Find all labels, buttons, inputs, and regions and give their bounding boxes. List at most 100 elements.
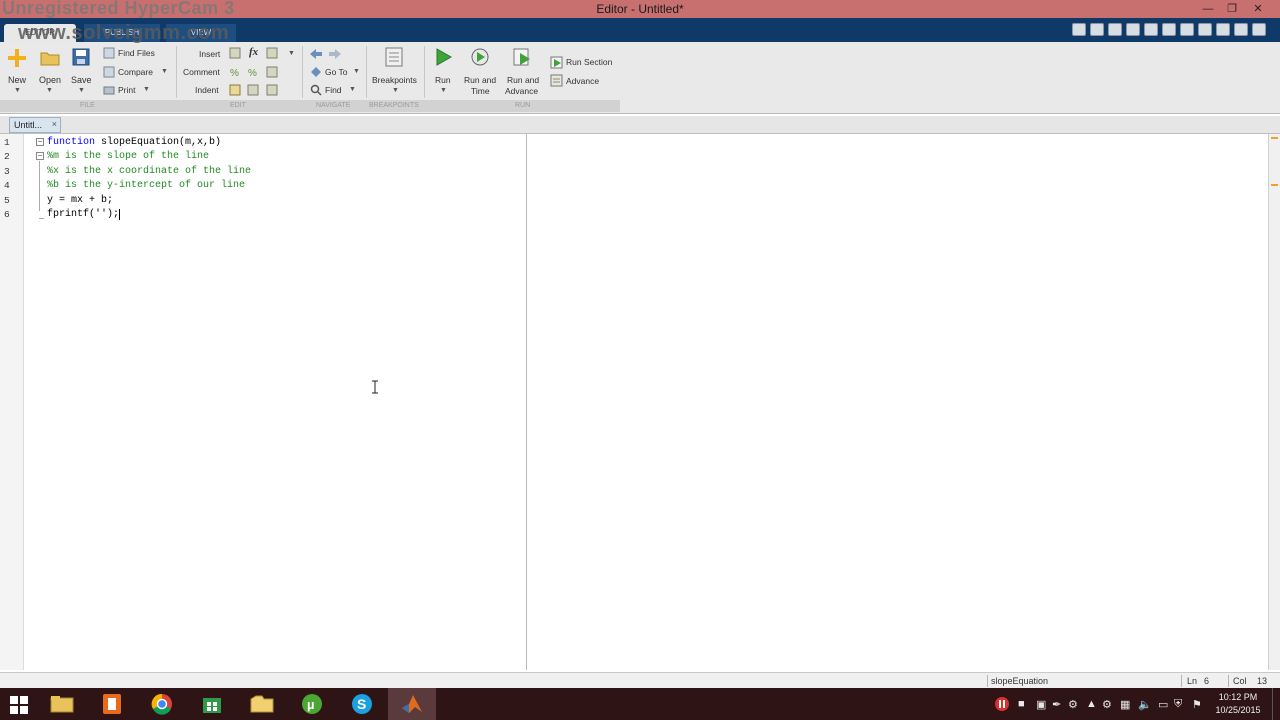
show-desktop-button[interactable] [1272,688,1280,720]
minimize-toolstrip-icon[interactable] [1252,23,1266,36]
open-button[interactable]: Open [39,75,61,85]
scroll-marker [1271,184,1278,186]
code-line-1: function slopeEquation(m,x,b) [47,137,221,148]
save-button[interactable]: Save [71,75,92,85]
pen-icon[interactable]: ✒ [1052,698,1061,711]
taskbar-matlab[interactable] [388,688,436,720]
chevron-down-icon[interactable]: ▼ [440,87,447,94]
settings-icon[interactable]: ⚙ [1068,698,1078,711]
redo-icon[interactable] [1180,23,1194,36]
windows-icon[interactable]: ▦ [1120,698,1130,711]
fold-toggle-icon[interactable]: − [36,152,44,160]
minimize-button[interactable]: — [1196,1,1220,17]
undo-icon[interactable] [1162,23,1176,36]
flag-icon[interactable]: ⚑ [1192,698,1202,711]
find-button[interactable]: Find [325,85,342,95]
new-button[interactable]: New [8,75,26,85]
compare-button[interactable]: Compare [118,67,153,77]
store-icon [203,698,221,713]
find-files-button[interactable]: Find Files [118,48,155,58]
hypercam-record-icon[interactable] [994,696,1010,712]
line-number-gutter: 1 2 3 4 5 6 [0,134,24,670]
camera-icon[interactable]: ▣ [1036,698,1046,711]
run-and-time-icon[interactable] [470,47,490,67]
chevron-down-icon[interactable]: ▼ [353,68,360,75]
stop-icon[interactable]: ■ [1018,698,1025,710]
folder-icon[interactable] [40,50,60,66]
print-button[interactable]: Print [118,85,135,95]
taskbar-chrome[interactable] [138,688,186,720]
chevron-down-icon[interactable]: ▼ [78,87,85,94]
back-arrow-icon[interactable] [309,48,323,60]
cut-icon[interactable] [1108,23,1122,36]
run-and-advance-icon[interactable] [512,47,532,67]
maximize-button[interactable]: ❐ [1220,1,1244,17]
indent-button[interactable]: Indent [195,85,219,95]
search-doc-icon[interactable] [1072,23,1086,36]
divider [302,46,303,98]
svg-text:S: S [357,696,366,712]
file-explorer-icon [50,696,74,713]
comment-icon[interactable]: % [229,66,241,78]
fx-icon[interactable]: fx [249,46,258,58]
line-number: 3 [4,166,10,177]
chevron-down-icon[interactable]: ▼ [143,86,150,93]
decrease-indent-icon[interactable] [266,84,278,96]
vertical-scrollbar[interactable] [1268,134,1280,670]
divider [366,46,367,98]
volume-icon[interactable]: 🔈 [1138,698,1152,711]
close-tab-icon[interactable]: × [52,119,57,129]
increase-indent-icon[interactable] [247,84,259,96]
close-button[interactable]: ✕ [1246,1,1270,17]
taskbar-store[interactable] [188,688,236,720]
taskbar-folder[interactable] [238,688,286,720]
taskbar-file-explorer[interactable] [38,688,86,720]
save-icon[interactable] [1090,23,1104,36]
floppy-save-icon[interactable] [72,48,90,66]
shield-icon[interactable]: ⛨ [1174,698,1182,711]
insert-function-icon[interactable] [266,47,278,59]
run-section-button[interactable]: Run Section [566,57,612,67]
chevron-down-icon[interactable]: ▼ [14,87,21,94]
copy-icon[interactable] [1126,23,1140,36]
smart-indent-icon[interactable] [229,84,241,96]
go-to-button[interactable]: Go To [325,67,348,77]
taskbar-date[interactable]: 10/25/2015 [1208,705,1268,715]
right-editor-pane[interactable] [526,134,1268,670]
chevron-up-icon[interactable]: ▲ [1086,698,1097,710]
chevron-down-icon[interactable]: ▼ [161,68,168,75]
run-and-time-button[interactable]: Run and [464,75,496,85]
taskbar-utorrent[interactable]: µ [288,688,336,720]
insert-button[interactable]: Insert [199,49,220,59]
document-tab[interactable]: Untitl... × [9,117,61,133]
run-play-icon[interactable] [434,48,452,66]
new-icon[interactable] [7,48,27,68]
help-icon[interactable] [1216,23,1230,36]
switch-windows-icon[interactable] [1198,23,1212,36]
uncomment-icon[interactable]: % [247,66,259,78]
forward-arrow-icon[interactable] [328,48,342,60]
taskbar-app-orange[interactable] [88,688,136,720]
taskbar-time[interactable]: 10:12 PM [1208,692,1268,702]
options-icon[interactable] [1234,23,1248,36]
breakpoints-icon[interactable] [384,47,404,67]
wrap-comments-icon[interactable] [266,66,278,78]
taskbar-skype[interactable]: S [338,688,386,720]
windows-taskbar: µ S ■ ▣ ✒ ⚙ ▲ ⚙ ▦ 🔈 ▭ ⛨ ⚑ 10:12 PM 10/25… [0,688,1280,720]
run-button[interactable]: Run [435,75,451,85]
chevron-down-icon[interactable]: ▼ [392,87,399,94]
advance-button[interactable]: Advance [566,76,599,86]
comment-button[interactable]: Comment [183,67,220,77]
chevron-down-icon[interactable]: ▼ [349,86,356,93]
run-and-advance-button[interactable]: Run and [507,75,539,85]
insert-section-icon[interactable] [229,47,241,59]
breakpoints-button[interactable]: Breakpoints [372,75,417,85]
display-icon[interactable]: ▭ [1158,698,1168,711]
paste-icon[interactable] [1144,23,1158,36]
chevron-down-icon[interactable]: ▼ [46,87,53,94]
code-editor-pane[interactable]: − − function slopeEquation(m,x,b) %m is … [24,134,526,670]
network-gear-icon[interactable]: ⚙ [1102,698,1112,711]
fold-toggle-icon[interactable]: − [36,138,44,146]
chevron-down-icon[interactable]: ▼ [288,50,295,57]
windows-start-icon[interactable] [10,696,28,714]
